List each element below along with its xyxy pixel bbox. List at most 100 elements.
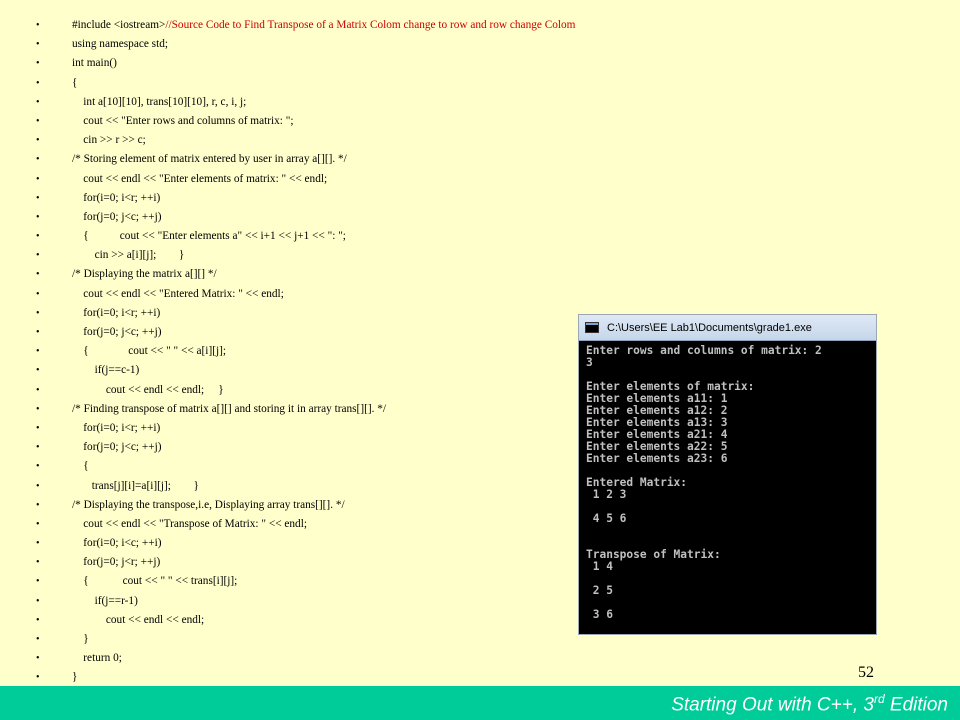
code-text: for(i=0; i<r; ++i)	[72, 304, 160, 323]
code-text: int a[10][10], trans[10][10], r, c, i, j…	[72, 93, 246, 112]
code-statement: cout << "Enter rows and columns of matri…	[72, 114, 294, 127]
code-statement: { cout << "Enter elements a" << i+1 << j…	[72, 230, 346, 243]
console-line: 1 4	[586, 560, 613, 573]
console-line: 4 5 6	[586, 512, 627, 525]
bullet-icon: •	[36, 672, 40, 684]
footer-text-after: Edition	[884, 694, 948, 716]
code-statement: /* Displaying the transpose,i.e, Display…	[72, 498, 345, 511]
bullet-icon: •	[36, 499, 40, 511]
bullet-icon: •	[36, 96, 40, 108]
code-statement: for(j=0; j<c; ++j)	[72, 210, 162, 223]
code-text: for(j=0; j<c; ++j)	[72, 323, 161, 342]
code-statement: cout << endl << "Entered Matrix: " << en…	[72, 287, 284, 300]
console-line: 3	[586, 356, 593, 369]
bullet-icon: •	[36, 154, 40, 166]
console-output: Enter rows and columns of matrix: 2 3 Ente…	[579, 341, 876, 621]
code-text: cout << endl << "Entered Matrix: " << en…	[72, 285, 284, 304]
code-text: for(i=0; i<r; ++i)	[72, 419, 160, 438]
code-statement: }	[72, 633, 89, 645]
code-statement: using namespace std;	[72, 38, 169, 51]
code-text: {	[72, 457, 89, 476]
bullet-icon: •	[36, 58, 40, 70]
code-statement: cin >> r >> c;	[72, 134, 146, 147]
bullet-icon: •	[36, 250, 40, 262]
code-statement: for(i=0; i<r; ++i)	[72, 191, 161, 204]
code-text: cin >> r >> c;	[72, 131, 146, 150]
code-statement: /* Storing element of matrix entered by …	[72, 153, 347, 166]
bullet-icon: •	[36, 518, 40, 530]
code-text: cout << endl << endl; }	[72, 381, 224, 400]
code-statement: {	[72, 460, 89, 473]
bullet-icon: •	[36, 115, 40, 127]
code-text: for(j=0; j<c; ++j)	[72, 438, 161, 457]
bullet-icon: •	[36, 365, 40, 377]
code-statement: { cout << " " << a[i][j];	[72, 345, 227, 358]
footer-bar: Starting Out with C++, 3rd Edition	[0, 686, 960, 720]
code-text: /* Displaying the transpose,i.e, Display…	[72, 496, 345, 515]
bullet-icon: •	[36, 173, 40, 185]
code-text: for(i=0; i<r; ++i)	[72, 189, 160, 208]
code-text: cin >> a[i][j]; }	[72, 246, 185, 265]
code-text: cout << endl << "Transpose of Matrix: " …	[72, 515, 307, 534]
bullet-icon: •	[36, 557, 40, 569]
code-text: trans[j][i]=a[i][j]; }	[72, 477, 199, 496]
code-text: for(j=0; j<r; ++j)	[72, 553, 160, 572]
code-statement: /* Finding transpose of matrix a[][] and…	[72, 402, 387, 415]
code-statement: cin >> a[i][j]; }	[72, 249, 185, 262]
code-statement: cout << endl << "Transpose of Matrix: " …	[72, 517, 307, 530]
code-statement: for(i=0; i<r; ++i)	[72, 306, 161, 319]
code-text: for(i=0; i<c; ++i)	[72, 534, 161, 553]
console-line: Entered Matrix:	[586, 476, 688, 489]
console-titlebar[interactable]: C:\Users\EE Lab1\Documents\grade1.exe	[579, 315, 876, 341]
bullet-icon: •	[36, 135, 40, 147]
bullet-icon: •	[36, 77, 40, 89]
console-line: Transpose of Matrix:	[586, 548, 721, 561]
footer-text-before: Starting Out with C++, 3	[671, 694, 874, 716]
footer-text-sup: rd	[873, 692, 885, 706]
code-statement: cout << endl << endl;	[72, 613, 205, 626]
code-text: /* Displaying the matrix a[][] */	[72, 265, 217, 284]
bullet-icon: •	[36, 307, 40, 319]
code-text: cout << "Enter rows and columns of matri…	[72, 112, 294, 131]
code-statement: #include <iostream>	[72, 19, 166, 31]
code-text: { cout << "Enter elements a" << i+1 << j…	[72, 227, 346, 246]
code-statement: {	[72, 76, 78, 89]
code-text: /* Storing element of matrix entered by …	[72, 150, 347, 169]
code-text: { cout << " " << a[i][j];	[72, 342, 226, 361]
code-statement: for(j=0; j<r; ++j)	[72, 556, 161, 569]
console-line: Enter rows and columns of matrix: 2	[586, 344, 822, 357]
code-text: using namespace std;	[72, 35, 168, 54]
code-statement: if(j==r-1)	[72, 594, 138, 607]
code-text: int main()	[72, 54, 117, 73]
bullet-icon: •	[36, 634, 40, 645]
bullet-icon: •	[36, 403, 40, 415]
code-text: for(j=0; j<c; ++j)	[72, 208, 161, 227]
bullet-icon: •	[36, 288, 40, 300]
console-window[interactable]: C:\Users\EE Lab1\Documents\grade1.exe En…	[578, 314, 877, 635]
code-statement: int a[10][10], trans[10][10], r, c, i, j…	[72, 95, 247, 108]
console-line: Enter elements a23: 6	[586, 452, 728, 465]
bullet-icon: •	[36, 653, 40, 665]
code-statement: cout << endl << endl; }	[72, 383, 224, 396]
code-statement: cout << endl << "Enter elements of matri…	[72, 172, 328, 185]
code-text: cout << endl << endl;	[72, 611, 204, 630]
bullet-icon: •	[36, 346, 40, 358]
bullet-icon: •	[36, 327, 40, 338]
console-line: 1 2 3	[586, 488, 627, 501]
code-statement: for(i=0; i<c; ++i)	[72, 537, 162, 550]
code-text: cout << endl << "Enter elements of matri…	[72, 170, 327, 189]
code-statement: }	[72, 671, 78, 684]
console-line: 2 5	[586, 584, 613, 597]
code-text: if(j==c-1)	[72, 361, 140, 380]
bullet-icon: •	[36, 39, 40, 51]
code-statement: /* Displaying the matrix a[][] */	[72, 268, 217, 281]
code-statement: { cout << " " << trans[i][j];	[72, 575, 238, 588]
console-line: 3 6	[586, 608, 613, 621]
code-statement: for(i=0; i<r; ++i)	[72, 421, 161, 434]
bullet-icon: •	[36, 442, 40, 454]
bullet-icon: •	[36, 192, 40, 204]
bullet-icon: •	[36, 269, 40, 281]
code-text: /* Finding transpose of matrix a[][] and…	[72, 400, 386, 419]
